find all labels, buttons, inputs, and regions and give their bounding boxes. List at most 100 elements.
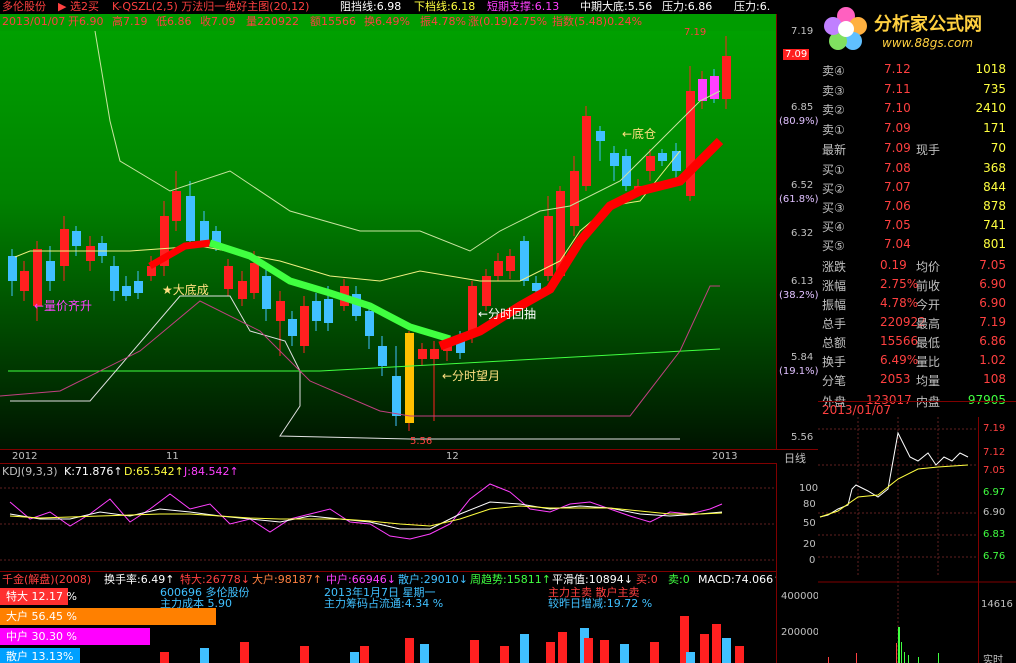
- kdj-tick: 80: [803, 499, 816, 510]
- ohlc-close: 收7.09: [200, 15, 236, 28]
- pressure-value: 压力:6.86: [662, 0, 713, 13]
- app-window: 多伦股份 ▶ 选2买 K-QSZL(2,5) 万法归一绝好主图(20,12) 阻…: [0, 0, 1016, 663]
- volume-bar: [700, 634, 709, 663]
- bid-price: 7.07: [884, 180, 911, 194]
- bid-label: 买⑤: [822, 239, 845, 253]
- volume-bar: [735, 646, 744, 663]
- volume-bar: [686, 652, 695, 663]
- candle-body: [506, 256, 515, 271]
- candle-body: [405, 333, 414, 423]
- ask-row: 卖② 7.10 2410: [818, 99, 1010, 118]
- volume-bar: [650, 642, 659, 663]
- pressure-value-2: 压力:6.: [734, 0, 771, 13]
- realtime-label[interactable]: 实时: [983, 651, 1003, 663]
- volume-bar: [712, 624, 721, 663]
- kdj-tick: 50: [803, 518, 816, 529]
- fib-tick: (38.2%): [779, 290, 819, 301]
- candle-body: [300, 306, 309, 346]
- bid-label: 买④: [822, 220, 845, 234]
- candle-body: [365, 311, 374, 336]
- candle-body: [672, 151, 681, 171]
- mid-channel-line: [14, 150, 681, 282]
- annotation-minute-pull: ←分时回抽: [478, 307, 537, 321]
- logo-text: 分析家公式网: [874, 14, 982, 35]
- annotation-volume-rise: ←量价齐升: [34, 299, 93, 313]
- ohlc-change: 涨(0.19)2.75%: [468, 15, 548, 28]
- bid-volume: 368: [983, 161, 1006, 175]
- ask-label: 卖③: [822, 83, 845, 98]
- logo-area: 分析家公式网 www.88gs.com: [820, 2, 1016, 56]
- low-price-marker: 5.56: [410, 436, 433, 447]
- current-hand-label: 现手: [916, 143, 941, 157]
- bid-volume: 844: [983, 180, 1006, 194]
- candle-body: [392, 376, 401, 416]
- fib-tick: (19.1%): [779, 366, 819, 377]
- intraday-axis: 7.19 7.12 7.05 6.97 6.90 6.83 6.76 14616…: [978, 417, 1016, 663]
- volume-bar: [620, 644, 629, 663]
- bid-label: 买②: [822, 182, 845, 196]
- bid-volume: 801: [983, 237, 1006, 251]
- volume-bar: [360, 646, 369, 663]
- volume-bar: [470, 640, 479, 663]
- candle-body: [430, 349, 439, 359]
- volume-bar: [584, 638, 593, 663]
- bid-row: 买② 7.07 844: [818, 178, 1010, 197]
- ohlc-info-bar: 2013/01/07 开6.90 高7.19 低6.86 收7.09 量2209…: [0, 14, 776, 31]
- candle-body: [418, 349, 427, 359]
- bid-price: 7.05: [884, 218, 911, 232]
- candle-body: [722, 56, 731, 99]
- intraday-tick: 6.97: [983, 487, 1006, 498]
- ohlc-volume: 量220922: [246, 15, 299, 28]
- bid-price: 7.04: [884, 237, 911, 251]
- annotation-minute-moon: ←分时望月: [442, 369, 501, 383]
- fib-tick: (61.8%): [779, 194, 819, 205]
- volume-bar: [558, 632, 567, 663]
- candle-body: [658, 153, 667, 161]
- candles-group: [8, 36, 731, 431]
- stat-value: 4.78%: [880, 296, 919, 310]
- bid-volume: 741: [983, 218, 1006, 232]
- trend-ribbon-red-1: [148, 239, 211, 270]
- volume-tick: 400000: [781, 591, 820, 602]
- date-axis: 2012 11 12 2013 日线: [0, 449, 818, 465]
- stat-label: 总手: [822, 317, 847, 331]
- candle-body: [224, 266, 233, 289]
- candle-body: [262, 276, 271, 309]
- stat-label: 均量: [916, 374, 941, 388]
- candle-body: [276, 301, 285, 321]
- candlestick-chart[interactable]: [0, 31, 776, 449]
- bid-price: 7.08: [884, 161, 911, 175]
- ask-price: 7.11: [884, 81, 911, 96]
- ask-label: 卖②: [822, 103, 845, 117]
- intraday-tick: 7.12: [983, 447, 1006, 458]
- latest-price: 7.09: [884, 141, 911, 155]
- bid-volume: 878: [983, 199, 1006, 213]
- kdj-panel[interactable]: KDJ(9,3,3) K:71.876↑ D:65.542↑ J:84.542↑: [0, 463, 776, 571]
- candle-body: [134, 281, 143, 293]
- price-tick: 7.19: [791, 26, 814, 37]
- price-tick: 6.52: [791, 180, 814, 191]
- ask-label: 卖④: [822, 64, 845, 78]
- logo-url[interactable]: www.88gs.com: [882, 36, 973, 50]
- ohlc-low: 低6.86: [156, 15, 192, 28]
- resistance-value: 阻挡线:6.98: [340, 0, 402, 13]
- candle-body: [378, 346, 387, 366]
- latest-label: 最新: [822, 143, 847, 157]
- price-tick: 6.32: [791, 228, 814, 239]
- formula-select[interactable]: ▶ 选2买: [58, 0, 99, 13]
- stock-name[interactable]: 多伦股份: [2, 0, 46, 13]
- intraday-tick: 6.83: [983, 529, 1006, 540]
- ohlc-amount: 额15566: [310, 15, 356, 28]
- bid-row: 买③ 7.06 878: [818, 197, 1010, 216]
- kdj-chart: [0, 483, 776, 561]
- price-tick: 5.56: [791, 432, 814, 443]
- date-tick: 12: [446, 451, 459, 462]
- stat-value: 6.90: [979, 277, 1006, 291]
- volume-bar: [500, 646, 509, 663]
- fund-flow-panel[interactable]: 千金(解盘)(2008) 换手率:6.49↑ 特大:26778↓ 大户:9818…: [0, 571, 776, 663]
- short-support-value: 短期支撑:6.13: [487, 0, 560, 13]
- candle-body: [72, 231, 81, 246]
- volume-bar: [420, 644, 429, 663]
- candle-body: [494, 261, 503, 276]
- kdj-tick: 20: [803, 539, 816, 550]
